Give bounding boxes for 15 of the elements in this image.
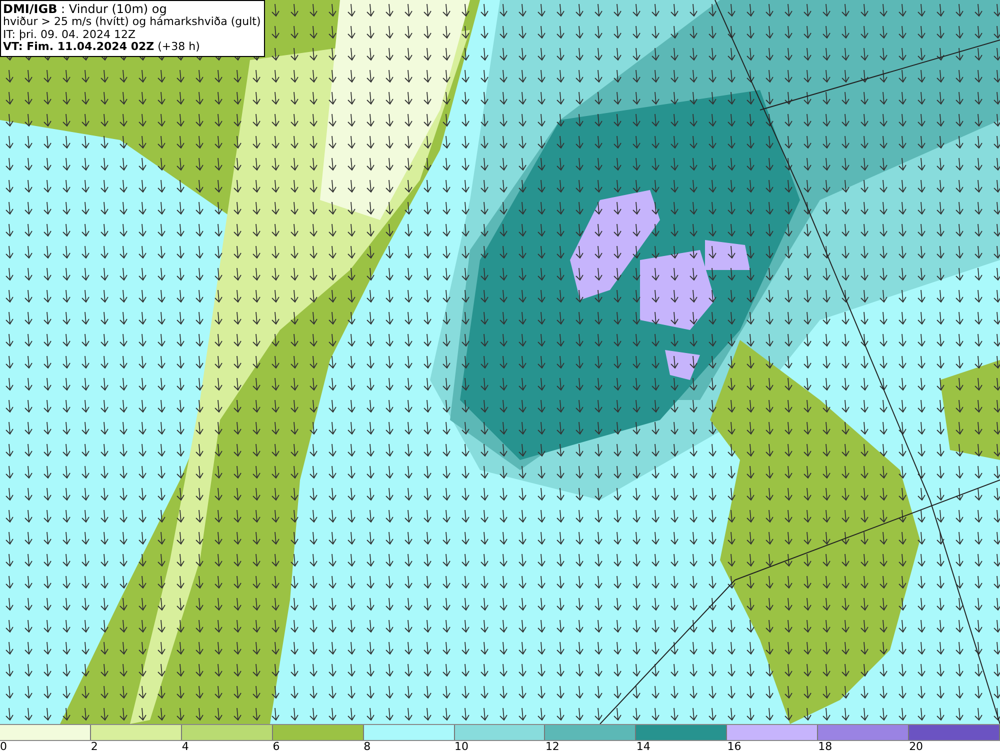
header-text: VT: Fim. 11.04.2024 02Z (+38 h): [3, 41, 201, 54]
legend-tick-label: 6: [272, 741, 280, 753]
legend-tick-label: 12: [545, 741, 560, 753]
header-text: DMI/IGB : Vindur (10m) og: [3, 2, 168, 16]
legend-tick-label: 20: [909, 741, 924, 753]
legend-tick-label: 10: [454, 741, 469, 753]
legend-tick-label: 0: [0, 741, 7, 753]
legend-tick-label: 16: [727, 741, 742, 753]
header-text: IT: þri. 09. 04. 2024 12Z: [3, 28, 137, 41]
legend-tick-label: 2: [90, 741, 98, 753]
legend-tick-label: 18: [818, 741, 832, 753]
legend-tick-label: 8: [364, 741, 371, 753]
legend-tick-label: 14: [636, 741, 650, 753]
legend-tick-label: 4: [182, 741, 189, 753]
header-text: hviður > 25 m/s (hvítt) og hámarkshviða (gult): [3, 16, 261, 28]
